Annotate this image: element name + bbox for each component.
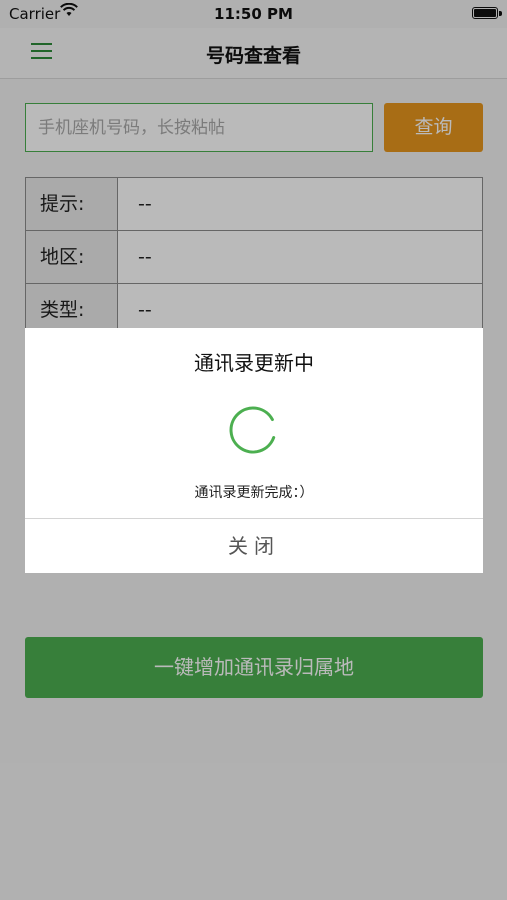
- close-button[interactable]: 关闭: [25, 519, 483, 573]
- dialog-message: 通讯录更新完成：）: [194, 485, 314, 501]
- loading-spinner-icon: [229, 406, 276, 454]
- dialog-title: 通讯录更新中: [194, 351, 314, 375]
- update-progress-dialog: 通讯录更新中 通讯录更新完成：） 关闭: [25, 328, 483, 573]
